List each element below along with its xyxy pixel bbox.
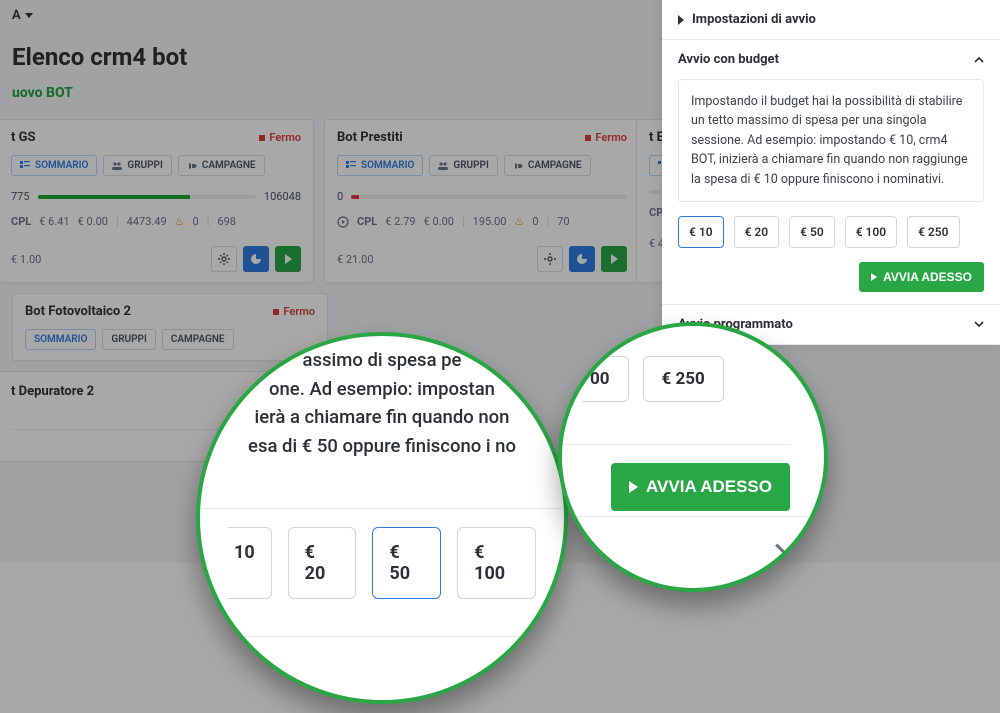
- zoom-chip-10[interactable]: 10: [228, 527, 272, 599]
- metrics-row: CPL € 2.79 € 0.00| 195.00 ♨0| 70: [337, 215, 627, 228]
- chevron-down-icon: [974, 319, 984, 329]
- tab-sommario[interactable]: SOMMARIO: [11, 155, 97, 176]
- budget-chip-50[interactable]: € 50: [789, 216, 835, 248]
- zoom2-chip-250[interactable]: € 250: [643, 356, 724, 402]
- bot-card: t GS Fermo SOMMARIO GRUPPI CAMPAGNE 775 …: [0, 119, 314, 283]
- zoom-start-now-button[interactable]: AVVIA ADESSO: [611, 463, 790, 511]
- budget-chip-10[interactable]: € 10: [678, 216, 724, 248]
- budget-chip-250[interactable]: € 250: [907, 216, 959, 248]
- lang-label: A: [12, 8, 21, 23]
- budget-description: Impostando il budget hai la possibilità …: [678, 79, 984, 202]
- gear-button[interactable]: [537, 246, 563, 272]
- start-now-button[interactable]: AVVIA ADESSO: [859, 262, 984, 292]
- zoom-chip-100[interactable]: € 100: [457, 527, 536, 599]
- budget-chip-100[interactable]: € 100: [845, 216, 897, 248]
- caret-down-icon: [25, 13, 33, 18]
- chart-button[interactable]: [243, 246, 269, 272]
- budget-chip-20[interactable]: € 20: [734, 216, 780, 248]
- tab-campagne[interactable]: CAMPAGNE: [162, 329, 234, 350]
- bot-card: Bot Prestiti Fermo SOMMARIO GRUPPI CAMPA…: [324, 119, 640, 283]
- section-title: Avvio con budget: [678, 52, 779, 67]
- tab-campagne[interactable]: CAMPAGNE: [504, 155, 591, 176]
- bot-name: Bot Fotovoltaico 2: [25, 304, 131, 319]
- section-title: Impostazioni di avvio: [692, 12, 816, 27]
- play-icon: [629, 481, 638, 493]
- tab-gruppi[interactable]: GRUPPI: [102, 329, 155, 350]
- bot-name: Bot Prestiti: [337, 130, 403, 145]
- zoom-chip-20[interactable]: € 20: [288, 527, 357, 599]
- zoom-lens-start-button: 00 € 250 AVVIA ADESSO: [558, 322, 828, 592]
- status-badge: Fermo: [273, 305, 315, 318]
- status-badge: Fermo: [259, 131, 301, 144]
- bot-name: t Depuratore 2: [11, 384, 94, 399]
- bot-name: t GS: [11, 130, 36, 145]
- tab-campagne[interactable]: CAMPAGNE: [178, 155, 265, 176]
- zoom-chip-50[interactable]: € 50: [372, 527, 441, 599]
- panel-toggle-budget[interactable]: Avvio con budget: [678, 52, 984, 67]
- zoom-lens-budget-chips: assimo di spesa pe one. Ad esempio: impo…: [196, 332, 568, 704]
- play-button[interactable]: [275, 246, 301, 272]
- side-panel: Impostazioni di avvio Avvio con budget I…: [662, 0, 1000, 345]
- chevron-up-icon: [974, 55, 984, 65]
- caret-right-icon: [678, 15, 684, 25]
- budget-options: € 10 € 20 € 50 € 100 € 250: [678, 216, 984, 248]
- panel-toggle-impostazioni[interactable]: Impostazioni di avvio: [678, 12, 984, 27]
- chevron-down-icon: [774, 538, 796, 560]
- zoom2-chip-100[interactable]: 00: [582, 356, 629, 402]
- play-circle-icon: [337, 216, 349, 228]
- tab-sommario[interactable]: SOMMARIO: [25, 329, 96, 350]
- gear-button[interactable]: [211, 246, 237, 272]
- footer-amount: € 1.00: [11, 253, 41, 266]
- tab-gruppi[interactable]: GRUPPI: [103, 155, 171, 176]
- footer-amount: € 21.00: [337, 253, 374, 266]
- metrics-row: CPL € 6.41 € 0.00| 4473.49 ♨0| 698: [11, 215, 301, 228]
- bar-left: 0: [337, 190, 343, 203]
- play-button[interactable]: [601, 246, 627, 272]
- bar-right: 106048: [264, 190, 301, 203]
- tab-gruppi[interactable]: GRUPPI: [429, 155, 497, 176]
- status-badge: Fermo: [585, 131, 627, 144]
- bar-left: 775: [11, 190, 30, 203]
- chart-button[interactable]: [569, 246, 595, 272]
- zoom-text: assimo di spesa pe one. Ad esempio: impo…: [228, 346, 536, 461]
- tab-sommario[interactable]: SOMMARIO: [337, 155, 423, 176]
- play-icon: [871, 273, 877, 281]
